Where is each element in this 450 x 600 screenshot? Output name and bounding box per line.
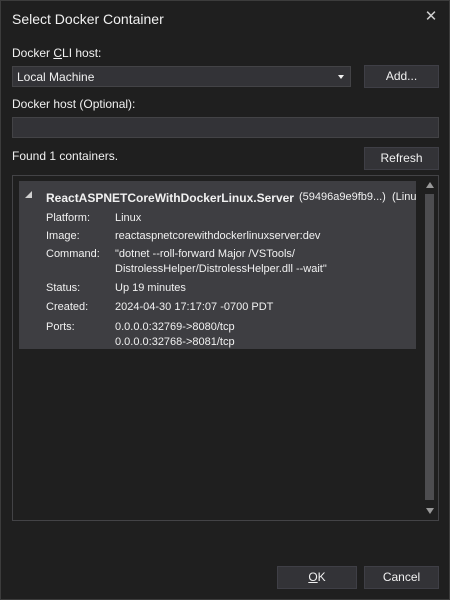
add-host-button[interactable]: Add... <box>364 65 439 88</box>
ports-label: Ports: <box>46 321 75 333</box>
chevron-down-icon <box>338 75 344 79</box>
expander-icon[interactable] <box>25 191 32 198</box>
refresh-button[interactable]: Refresh <box>364 147 439 170</box>
command-label: Command: <box>46 248 100 260</box>
ports-value-line-2: 0.0.0.0:32768->8081/tcp <box>115 336 235 348</box>
docker-cli-host-value: Local Machine <box>17 70 95 84</box>
vertical-scrollbar[interactable] <box>421 176 438 520</box>
container-os: (Linu <box>392 191 417 203</box>
docker-host-input[interactable] <box>12 117 439 138</box>
command-value-line-1: "dotnet --roll-forward Major /VSTools/ <box>115 248 295 260</box>
dialog-title: Select Docker Container <box>12 11 164 27</box>
docker-cli-host-dropdown[interactable]: Local Machine <box>12 66 351 87</box>
docker-host-label: Docker host (Optional): <box>12 97 136 111</box>
platform-label: Platform: <box>46 212 91 224</box>
ok-button[interactable]: OK <box>277 566 357 589</box>
cancel-button[interactable]: Cancel <box>364 566 439 589</box>
container-list[interactable]: ReactASPNETCoreWithDockerLinux.Server (5… <box>12 175 439 521</box>
found-containers-text: Found 1 containers. <box>12 149 119 163</box>
created-value: 2024-04-30 17:17:07 -0700 PDT <box>115 301 274 313</box>
command-value-line-2: DistrolessHelper/DistrolessHelper.dll --… <box>115 263 327 275</box>
image-value: reactaspnetcorewithdockerlinuxserver:dev <box>115 230 321 242</box>
close-icon[interactable]: ✕ <box>419 5 443 29</box>
container-id: (59496a9e9fb9...) <box>299 191 386 203</box>
select-docker-container-dialog: Select Docker Container ✕ Docker CLI hos… <box>0 0 450 600</box>
title-bar: Select Docker Container ✕ <box>1 1 449 35</box>
docker-cli-host-label: Docker CLI host: <box>12 46 102 60</box>
status-value: Up 19 minutes <box>115 282 186 294</box>
created-label: Created: <box>46 301 89 313</box>
scroll-up-icon[interactable] <box>426 182 434 188</box>
scroll-down-icon[interactable] <box>426 508 434 514</box>
scrollbar-thumb[interactable] <box>425 194 434 500</box>
status-label: Status: <box>46 282 81 294</box>
image-label: Image: <box>46 230 80 242</box>
container-name: ReactASPNETCoreWithDockerLinux.Server <box>46 191 294 205</box>
container-item[interactable]: ReactASPNETCoreWithDockerLinux.Server (5… <box>19 181 416 349</box>
platform-value: Linux <box>115 212 142 224</box>
ports-value-line-1: 0.0.0.0:32769->8080/tcp <box>115 321 235 333</box>
